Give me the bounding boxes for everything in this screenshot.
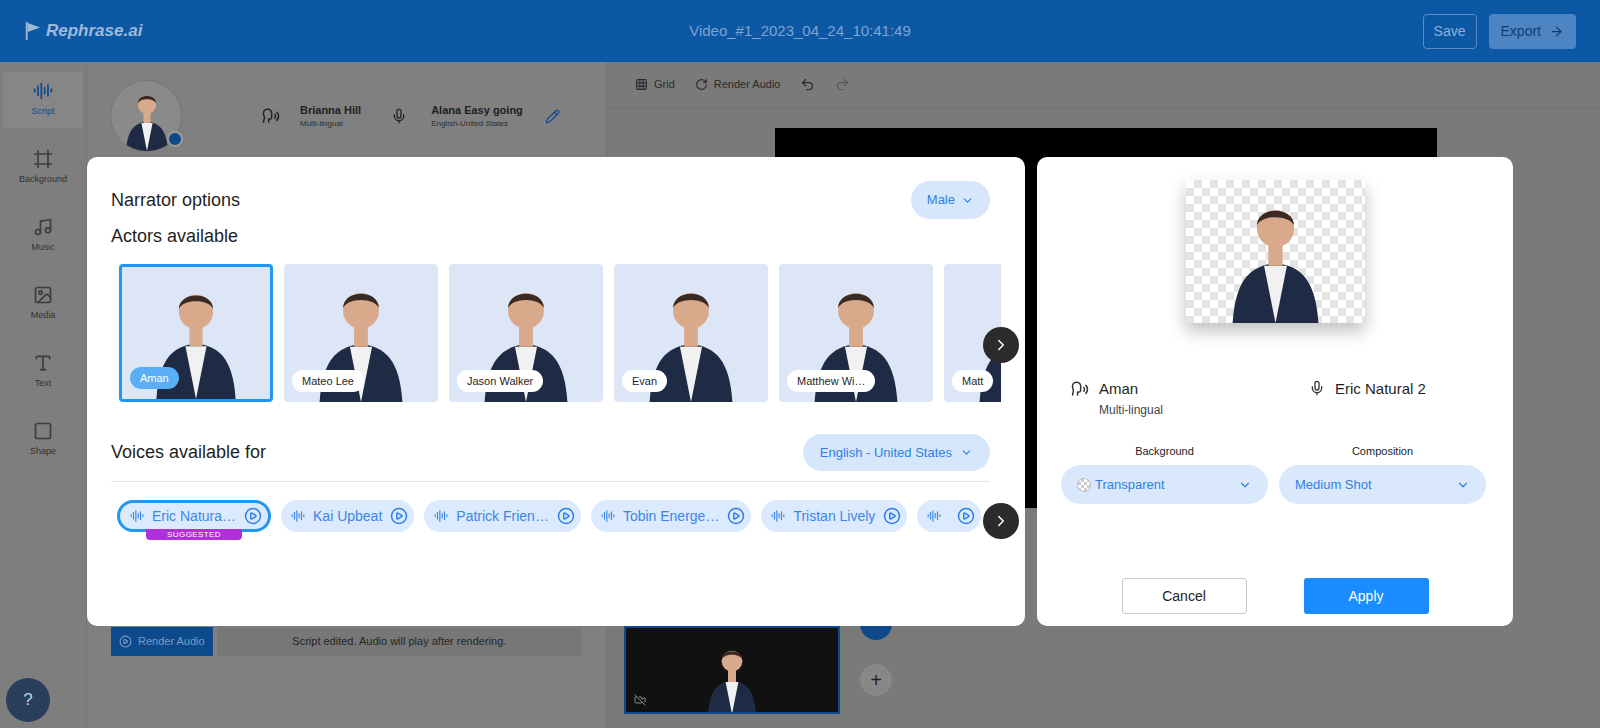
suggested-badge: SUGGESTED [146,529,242,540]
help-button[interactable]: ? [6,678,50,722]
sidebar-item[interactable]: Music [3,208,83,264]
sidebar-item-icon [33,285,53,305]
voice-pill[interactable]: Eric Natura…SUGGESTED [117,500,271,532]
app-bar: Rephrase.aiVideo_#1_2023_04_24_10:41:49 S… [0,0,1600,62]
muted-video-icon [634,694,646,706]
actor-card[interactable]: Mateo Lee [284,264,438,402]
play-icon[interactable] [957,507,975,525]
voice-pill[interactable]: Kai Upbeat [281,500,414,532]
chevron-right-icon [992,512,1010,530]
editor-toolbar: Grid Render Audio [607,62,1600,108]
waveform-icon [291,509,305,523]
refresh-icon [695,78,708,91]
sidebar-item[interactable]: Shape [3,412,83,468]
apply-button[interactable]: Apply [1304,578,1429,614]
voice-pill[interactable]: Tristan Lively [761,500,907,532]
voices-list: Eric Natura…SUGGESTED Kai Upbeat Patrick F… [117,500,1001,544]
actors-next-button[interactable] [983,327,1019,363]
sidebar-item-icon [33,149,53,169]
current-narrator[interactable]: Brianna HillMulti-lingualAlana Easy goin… [87,62,606,152]
chevron-down-icon [960,446,973,459]
language-filter[interactable]: English - United States [803,434,990,471]
chevron-right-icon [992,336,1010,354]
composition-select[interactable]: Medium Shot [1279,465,1486,504]
avatar-badge [167,131,183,147]
selected-actor: Aman [1099,378,1163,401]
sidebar-item[interactable]: Background [3,140,83,196]
play-icon[interactable] [727,507,745,525]
transparent-swatch-icon [1077,478,1091,492]
render-audio-toolbar-button[interactable]: Render Audio [695,76,781,93]
chevron-down-icon [1456,478,1470,492]
render-audio-button[interactable]: Render Audio [111,627,213,656]
scene-thumbnail[interactable] [624,626,840,714]
actors-list: AmanMateo LeeJason WalkerEvanMatthew Wi…… [119,264,1001,402]
play-icon[interactable] [883,507,901,525]
chevron-down-icon [961,194,974,207]
video-title[interactable]: Video_#1_2023_04_24_10:41:49 [541,20,1058,43]
sidebar-item-icon [33,81,53,101]
play-icon[interactable] [390,507,408,525]
actor-icon [1071,380,1089,398]
actor-card[interactable]: Aman [119,264,273,402]
dialog-title: Narrator options [111,187,240,214]
chevron-down-icon [1238,478,1252,492]
voices-heading: Voices available for [111,439,266,466]
selected-voice: Eric Natural 2 [1335,378,1426,401]
actor-preview-photo [1186,180,1365,323]
sidebar: Script Background Music Media Text Shape [0,62,87,728]
narrator-options-dialog: Narrator options Male Actors available Aman… [87,157,1025,626]
waveform-icon [130,509,144,523]
background-select[interactable]: Transparent [1061,465,1268,504]
actor-card[interactable]: Jason Walker [449,264,603,402]
sidebar-item[interactable]: Text [3,344,83,400]
voices-next-button[interactable] [983,503,1019,539]
divider [111,481,990,482]
grid-icon [635,78,648,91]
waveform-icon [434,509,448,523]
sidebar-item-icon [33,217,53,237]
play-icon[interactable] [244,507,262,525]
redo-icon[interactable] [835,77,850,92]
sidebar-item[interactable]: Media [3,276,83,332]
sidebar-item-icon [33,353,53,373]
voice-pill[interactable]: Tobin Energe… [591,500,752,532]
play-icon[interactable] [557,507,575,525]
script-status: Script edited. Audio will play after ren… [217,627,582,656]
waveform-icon [771,509,785,523]
sidebar-item-icon [33,421,53,441]
grid-button[interactable]: Grid [635,76,675,93]
save-button[interactable]: Save [1423,14,1477,49]
arrow-right-icon [1549,24,1564,39]
voice-pill[interactable]: Patrick Frien… [424,500,581,532]
mic-icon [391,108,407,124]
gender-filter[interactable]: Male [911,181,990,219]
actor-icon [262,107,280,125]
voice-pill[interactable] [917,500,981,532]
sidebar-item[interactable]: Script [3,72,83,128]
export-button[interactable]: Export [1489,14,1576,49]
mic-icon [1309,380,1325,396]
actors-heading: Actors available [111,223,990,250]
undo-icon[interactable] [800,77,815,92]
waveform-icon [601,509,615,523]
actor-card[interactable]: Matthew Wi… [779,264,933,402]
thumbnail-photo [692,628,772,714]
app: Rephrase.aiVideo_#1_2023_04_24_10:41:49 S… [0,0,1600,728]
actor-preview [1186,180,1365,323]
flag-logo-icon [24,19,42,43]
edit-icon[interactable] [545,109,560,124]
cancel-button[interactable]: Cancel [1122,578,1247,614]
selection-panel: AmanMulti-lingualEric Natural 2Backgroun… [1037,157,1513,626]
actor-card[interactable]: Evan [614,264,768,402]
render-icon [119,635,132,648]
waveform-icon [927,509,941,523]
add-scene-button[interactable]: + [860,664,892,696]
logo[interactable]: Rephrase.ai [24,18,541,44]
